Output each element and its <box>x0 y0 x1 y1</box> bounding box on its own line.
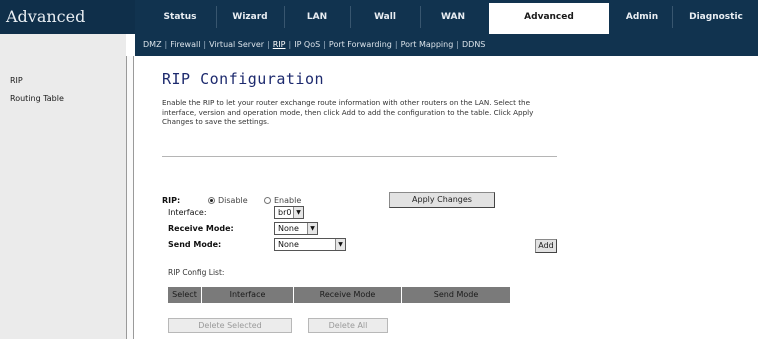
send-mode-value: None <box>278 240 299 249</box>
rip-label: RIP: <box>162 196 181 205</box>
subnav-rip[interactable]: RIP <box>273 40 286 49</box>
subnav-firewall[interactable]: Firewall <box>170 40 200 49</box>
tab-divider <box>420 6 421 28</box>
tab-diagnostic[interactable]: Diagnostic <box>674 0 758 34</box>
subnav-dmz[interactable]: DMZ <box>143 40 162 49</box>
delete-all-button[interactable]: Delete All <box>308 318 388 333</box>
tab-divider <box>284 6 285 28</box>
subnav-ddns[interactable]: DDNS <box>462 40 485 49</box>
tab-divider <box>216 6 217 28</box>
interface-value: br0 <box>278 208 292 217</box>
subnav-separator: | <box>394 40 398 49</box>
content-divider <box>126 56 134 339</box>
tab-wlan[interactable]: Wall <box>352 0 418 34</box>
receive-mode-value: None <box>278 224 299 233</box>
send-mode-label: Send Mode: <box>168 240 222 249</box>
interface-select[interactable]: br0 ▼ <box>274 206 304 219</box>
sidebar-item-routing-table[interactable]: Routing Table <box>10 94 64 103</box>
brand-title: Advanced <box>0 0 135 34</box>
column-header-interface: Interface <box>202 287 294 303</box>
tab-divider <box>350 6 351 28</box>
rip-config-list-label: RIP Config List: <box>168 268 225 277</box>
subnav-port-forwarding[interactable]: Port Forwarding <box>329 40 392 49</box>
apply-changes-button[interactable]: Apply Changes <box>389 192 495 208</box>
subnav-separator: | <box>456 40 459 49</box>
column-header-send-mode: Send Mode <box>402 287 510 303</box>
add-button[interactable]: Add <box>535 239 557 253</box>
page-title: RIP Configuration <box>162 70 325 88</box>
subnav-ip-qos[interactable]: IP QoS <box>294 40 320 49</box>
tab-divider <box>672 6 673 28</box>
rip-disable-radio[interactable] <box>208 197 215 204</box>
page-description: Enable the RIP to let your router exchan… <box>162 98 534 127</box>
tab-advanced[interactable]: Advanced <box>489 3 609 34</box>
top-navigation-bar: Advanced Status Wizard LAN Wall WAN Adva… <box>0 0 758 34</box>
tab-wizard[interactable]: Wizard <box>218 0 282 34</box>
chevron-down-icon: ▼ <box>335 239 345 250</box>
interface-label: Interface: <box>168 208 207 217</box>
sidebar-item-rip[interactable]: RIP <box>10 76 23 85</box>
tab-wan[interactable]: WAN <box>422 0 484 34</box>
chevron-down-icon: ▼ <box>307 223 317 234</box>
column-header-select: Select <box>168 287 202 303</box>
rip-enable-radio[interactable] <box>264 197 271 204</box>
subnav-separator: | <box>288 40 292 49</box>
sub-navigation-bar: DMZ | Firewall | Virtual Server | RIP | IP QoS | P… <box>135 34 758 56</box>
subnav-port-mapping[interactable]: Port Mapping <box>401 40 454 49</box>
subnav-separator: | <box>203 40 207 49</box>
subnav-separator: | <box>164 40 168 49</box>
left-sidebar: RIP Routing Table <box>0 34 126 339</box>
tab-admin[interactable]: Admin <box>616 0 668 34</box>
tab-status[interactable]: Status <box>150 0 210 34</box>
receive-mode-label: Receive Mode: <box>168 224 234 233</box>
subnav-virtual-server[interactable]: Virtual Server <box>209 40 264 49</box>
chevron-down-icon: ▼ <box>293 207 303 218</box>
subnav-separator: | <box>267 40 270 49</box>
rip-enable-label: Enable <box>274 196 302 205</box>
rip-disable-label: Disable <box>218 196 248 205</box>
tab-lan[interactable]: LAN <box>286 0 348 34</box>
delete-selected-button[interactable]: Delete Selected <box>168 318 292 333</box>
section-divider <box>162 156 557 157</box>
subnav-separator: | <box>323 40 326 49</box>
receive-mode-select[interactable]: None ▼ <box>274 222 318 235</box>
send-mode-select[interactable]: None ▼ <box>274 238 346 251</box>
sub-navigation-links: DMZ | Firewall | Virtual Server | RIP | IP QoS | P… <box>143 34 485 56</box>
column-header-receive-mode: Receive Mode <box>294 287 402 303</box>
